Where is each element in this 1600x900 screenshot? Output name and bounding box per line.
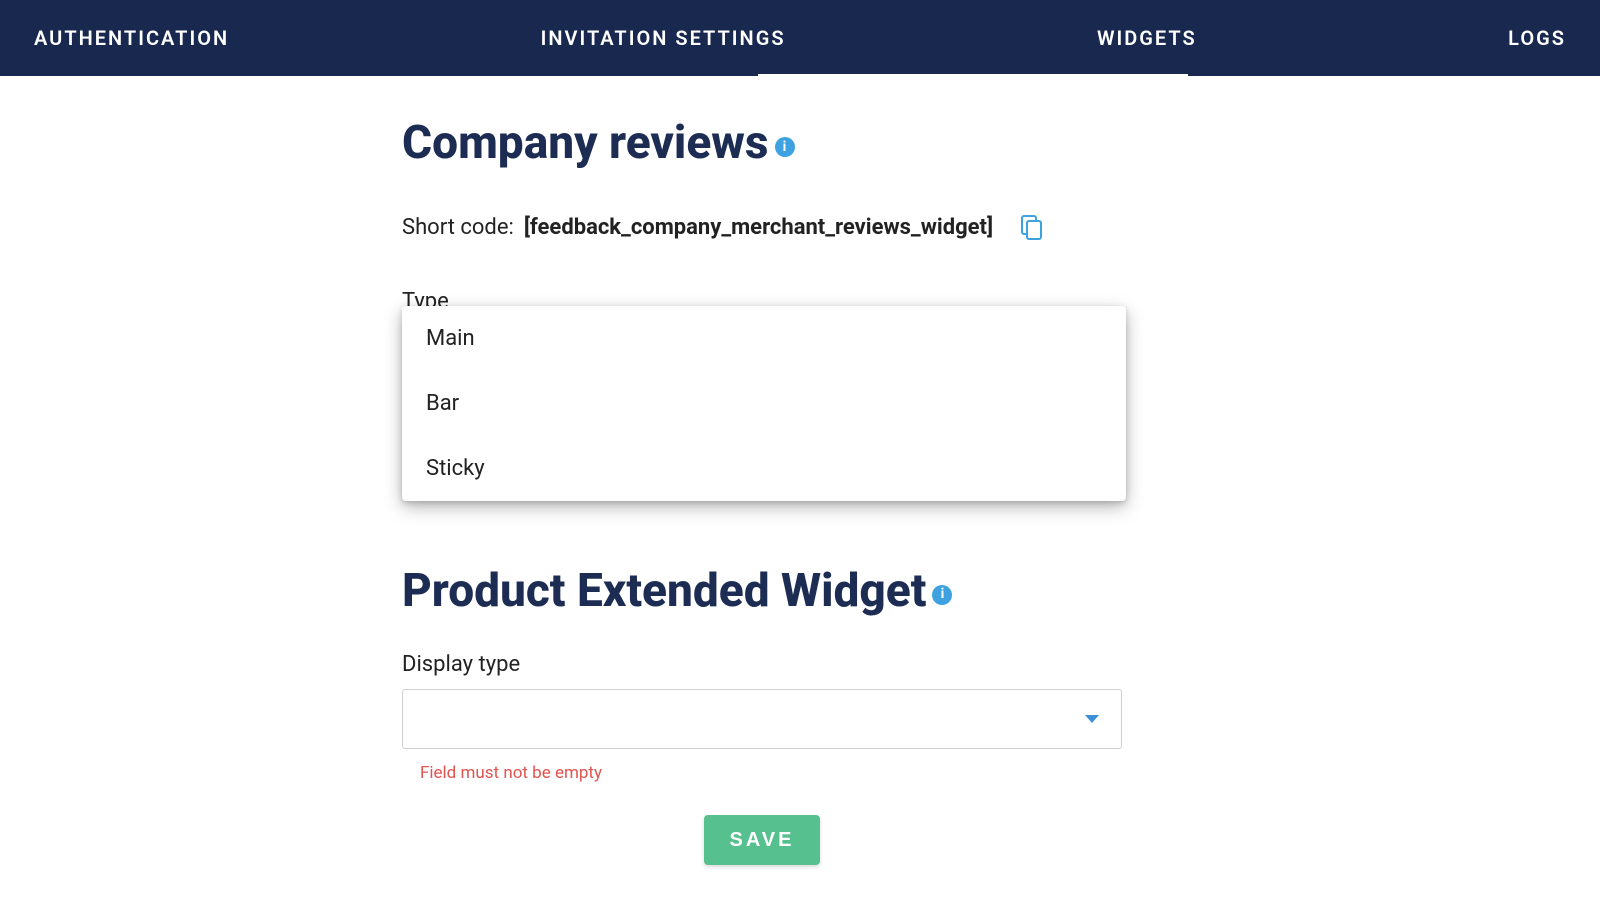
shortcode-value: [feedback_company_merchant_reviews_widge…: [524, 215, 993, 240]
chevron-down-icon: [1085, 715, 1099, 723]
main-content: Company reviews i Short code: [feedback_…: [402, 76, 1122, 865]
display-type-label: Display type: [402, 652, 1122, 677]
tab-invitation-settings[interactable]: INVITATION SETTINGS: [521, 0, 806, 76]
type-option-bar[interactable]: Bar: [402, 371, 1126, 436]
shortcode-row: Short code: [feedback_company_merchant_r…: [402, 215, 1122, 241]
info-icon[interactable]: i: [932, 585, 952, 605]
company-reviews-title-text: Company reviews: [402, 118, 769, 169]
top-nav: AUTHENTICATION INVITATION SETTINGS WIDGE…: [0, 0, 1600, 76]
save-row: SAVE: [402, 815, 1122, 865]
tab-logs[interactable]: LOGS: [1488, 0, 1586, 76]
copy-icon[interactable]: [1021, 215, 1043, 241]
product-extended-heading: Product Extended Widget i: [402, 566, 1122, 617]
type-option-main[interactable]: Main: [402, 306, 1126, 371]
info-icon[interactable]: i: [775, 137, 795, 157]
display-type-error: Field must not be empty: [420, 763, 1122, 783]
product-extended-title-text: Product Extended Widget: [402, 566, 926, 617]
type-dropdown-panel: Main Bar Sticky: [402, 306, 1126, 501]
company-reviews-heading: Company reviews i: [402, 118, 1122, 169]
save-button[interactable]: SAVE: [704, 815, 821, 865]
tab-authentication[interactable]: AUTHENTICATION: [14, 0, 249, 76]
tab-widgets[interactable]: WIDGETS: [1077, 0, 1217, 76]
display-type-select[interactable]: [402, 689, 1122, 749]
type-option-sticky[interactable]: Sticky: [402, 436, 1126, 501]
shortcode-label: Short code:: [402, 215, 514, 240]
